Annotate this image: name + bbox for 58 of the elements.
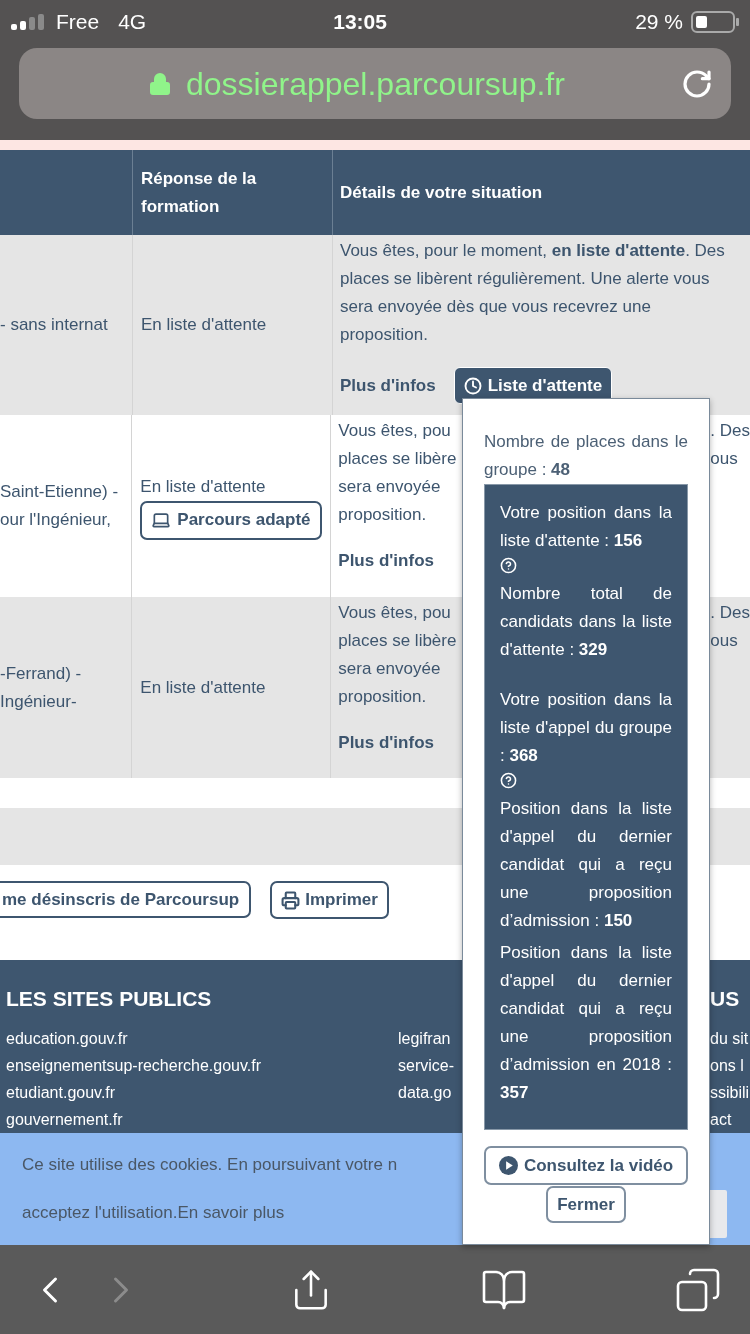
status-explanation: proposition.: [338, 505, 427, 524]
network-type: 4G: [118, 9, 147, 36]
status-explanation: . Des: [710, 420, 750, 442]
status-explanation: proposition.: [340, 325, 428, 344]
ranking-text: Nombre total de candidats dans la liste d'attente : 329: [500, 584, 672, 659]
close-button[interactable]: Fermer: [546, 1186, 626, 1223]
ranking-text: Votre position dans la liste d'attente : 156: [500, 503, 672, 550]
url-text: dossierappel.parcoursup.fr: [186, 64, 565, 104]
learn-more-link[interactable]: En savoir plus: [177, 1199, 285, 1225]
footer-link[interactable]: gouvernement.fr: [6, 1106, 398, 1133]
status-explanation: . Des: [710, 602, 750, 624]
response-text: En liste d'attente: [140, 475, 266, 498]
footer-heading: US: [710, 986, 741, 1012]
more-info-label: Plus d'infos: [338, 550, 434, 572]
adapted-path-button[interactable]: Parcours adapté: [140, 500, 322, 540]
footer-link[interactable]: education.gouv.fr: [6, 1025, 398, 1052]
status-explanation: places se libère: [338, 631, 457, 650]
formation-name: Saint-Etienne) -: [0, 481, 120, 503]
print-button[interactable]: Imprimer: [270, 881, 389, 919]
formation-name: - sans internat: [0, 314, 109, 336]
ranking-text: Votre position dans la liste d'appel du groupe : 368: [500, 690, 672, 765]
footer-link[interactable]: etudiant.gouv.fr: [6, 1079, 398, 1106]
column-header: Détails de votre situation: [340, 181, 543, 204]
more-info-label: Plus d'infos: [338, 732, 434, 754]
footer-link[interactable]: act: [710, 1106, 750, 1133]
footer-link[interactable]: ons l: [710, 1052, 750, 1079]
column-header: Réponse de la formation: [141, 167, 258, 218]
footer-link[interactable]: du sit: [710, 1025, 750, 1052]
status-explanation: Vous êtes, pou: [338, 421, 451, 440]
unsubscribe-button[interactable]: me désinscris de Parcoursup: [0, 881, 252, 918]
response-text: En liste d'attente: [140, 676, 266, 699]
status-explanation: places se libèrent régulièrement. Une alerte vous: [340, 269, 710, 288]
status-explanation: Vous êtes, pour le moment, en liste d'attente. Des: [340, 241, 725, 260]
status-explanation: proposition.: [338, 687, 427, 706]
footer-link[interactable]: ssibili: [710, 1079, 750, 1106]
status-explanation: sera envoyée: [338, 477, 441, 496]
more-info-label: Plus d'infos: [340, 374, 436, 397]
formation-name: our l'Ingénieur,: [0, 509, 112, 531]
footer-link[interactable]: enseignementsup-recherche.gouv.fr: [6, 1052, 398, 1079]
cookie-text: Ce site utilise des cookies. En poursuivant votre n: [22, 1155, 398, 1174]
footer-heading: LES SITES PUBLICS: [6, 986, 213, 1012]
ranking-text: Position dans la liste d'appel du dernier candidat qui a reçu une proposition d’admission : 150: [500, 799, 672, 930]
video-button[interactable]: Consultez la vidéo: [484, 1146, 688, 1185]
clock-time: 13:05: [333, 9, 387, 36]
formation-name: -Ferrand) -: [0, 662, 83, 685]
carrier-name: Free: [56, 9, 100, 36]
response-text: En liste d'attente: [141, 314, 267, 336]
group-places-text: Nombre de places dans le groupe : 48: [484, 432, 688, 479]
formation-name: Ingénieur-: [0, 690, 78, 713]
ranking-text: Position dans la liste d'appel du dernier candidat qui a reçu une proposition d’admission en 2018 : 357: [500, 943, 672, 1102]
cookie-text: acceptez l'utilisation.: [22, 1201, 178, 1224]
status-explanation: ous: [710, 448, 738, 470]
status-explanation: sera envoyée: [338, 659, 441, 678]
status-explanation: places se libère: [338, 449, 457, 468]
status-explanation: sera envoyée dès que vous recevrez une: [340, 297, 651, 316]
status-explanation: Vous êtes, pou: [338, 603, 451, 622]
status-explanation: ous: [710, 630, 738, 652]
battery-percent: 29 %: [635, 9, 683, 36]
